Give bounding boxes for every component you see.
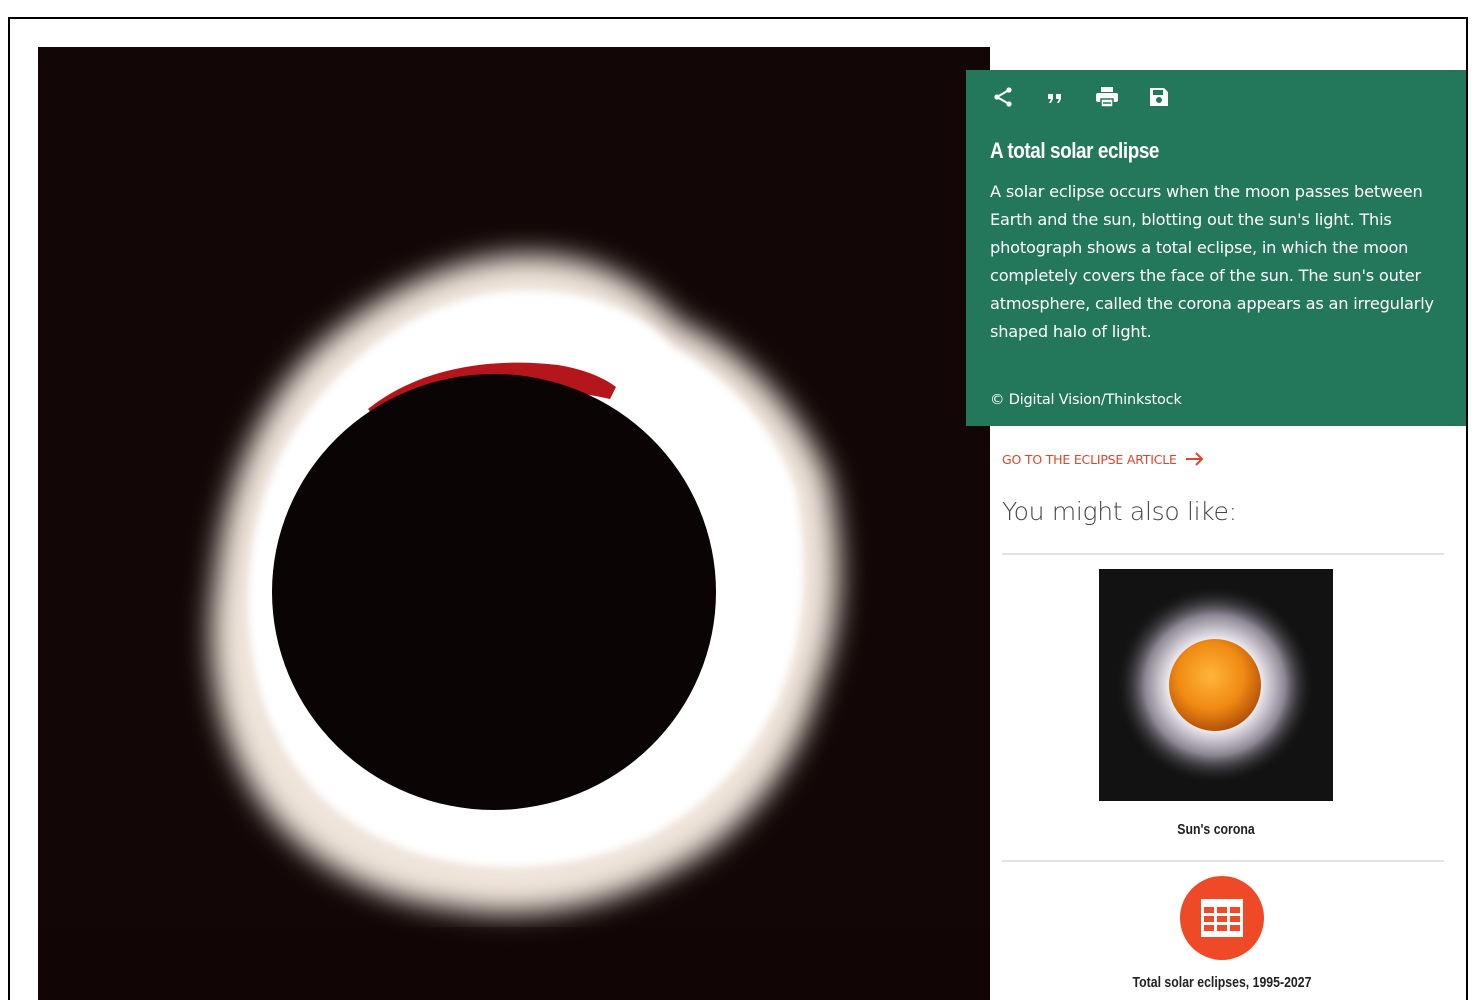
quote-icon[interactable]: [1042, 86, 1068, 108]
eclipse-article-link[interactable]: GO TO THE ECLIPSE ARTICLE: [1002, 451, 1205, 467]
corona-thumbnail: [1099, 569, 1333, 801]
related-item-label: Sun's corona: [1177, 821, 1255, 838]
article-link-label: GO TO THE ECLIPSE ARTICLE: [1002, 451, 1177, 467]
arrow-right-icon: [1185, 452, 1204, 466]
table-icon: [1180, 876, 1264, 960]
photo-credit: © Digital Vision/Thinkstock: [990, 392, 1182, 408]
eclipse-image: [38, 47, 990, 1000]
caption-body: A solar eclipse occurs when the moon pas…: [990, 182, 1434, 341]
divider: [1002, 553, 1444, 555]
related-item-total-solar-eclipses[interactable]: Total solar eclipses, 1995-2027: [1110, 876, 1334, 991]
share-icon[interactable]: [990, 86, 1016, 108]
eclipse-photo: [38, 47, 990, 1000]
divider: [1002, 860, 1444, 862]
caption-title: A total solar eclipse: [990, 138, 1160, 163]
caption-toolbar: [990, 86, 1442, 108]
related-heading: You might also like:: [1002, 497, 1237, 526]
page-frame: A total solar eclipse A solar eclipse oc…: [8, 17, 1468, 1000]
related-item-label: Total solar eclipses, 1995-2027: [1132, 974, 1312, 991]
related-item-suns-corona[interactable]: Sun's corona: [1099, 569, 1333, 838]
print-icon[interactable]: [1094, 86, 1120, 108]
caption-panel: A total solar eclipse A solar eclipse oc…: [966, 70, 1466, 426]
save-icon[interactable]: [1146, 86, 1172, 108]
